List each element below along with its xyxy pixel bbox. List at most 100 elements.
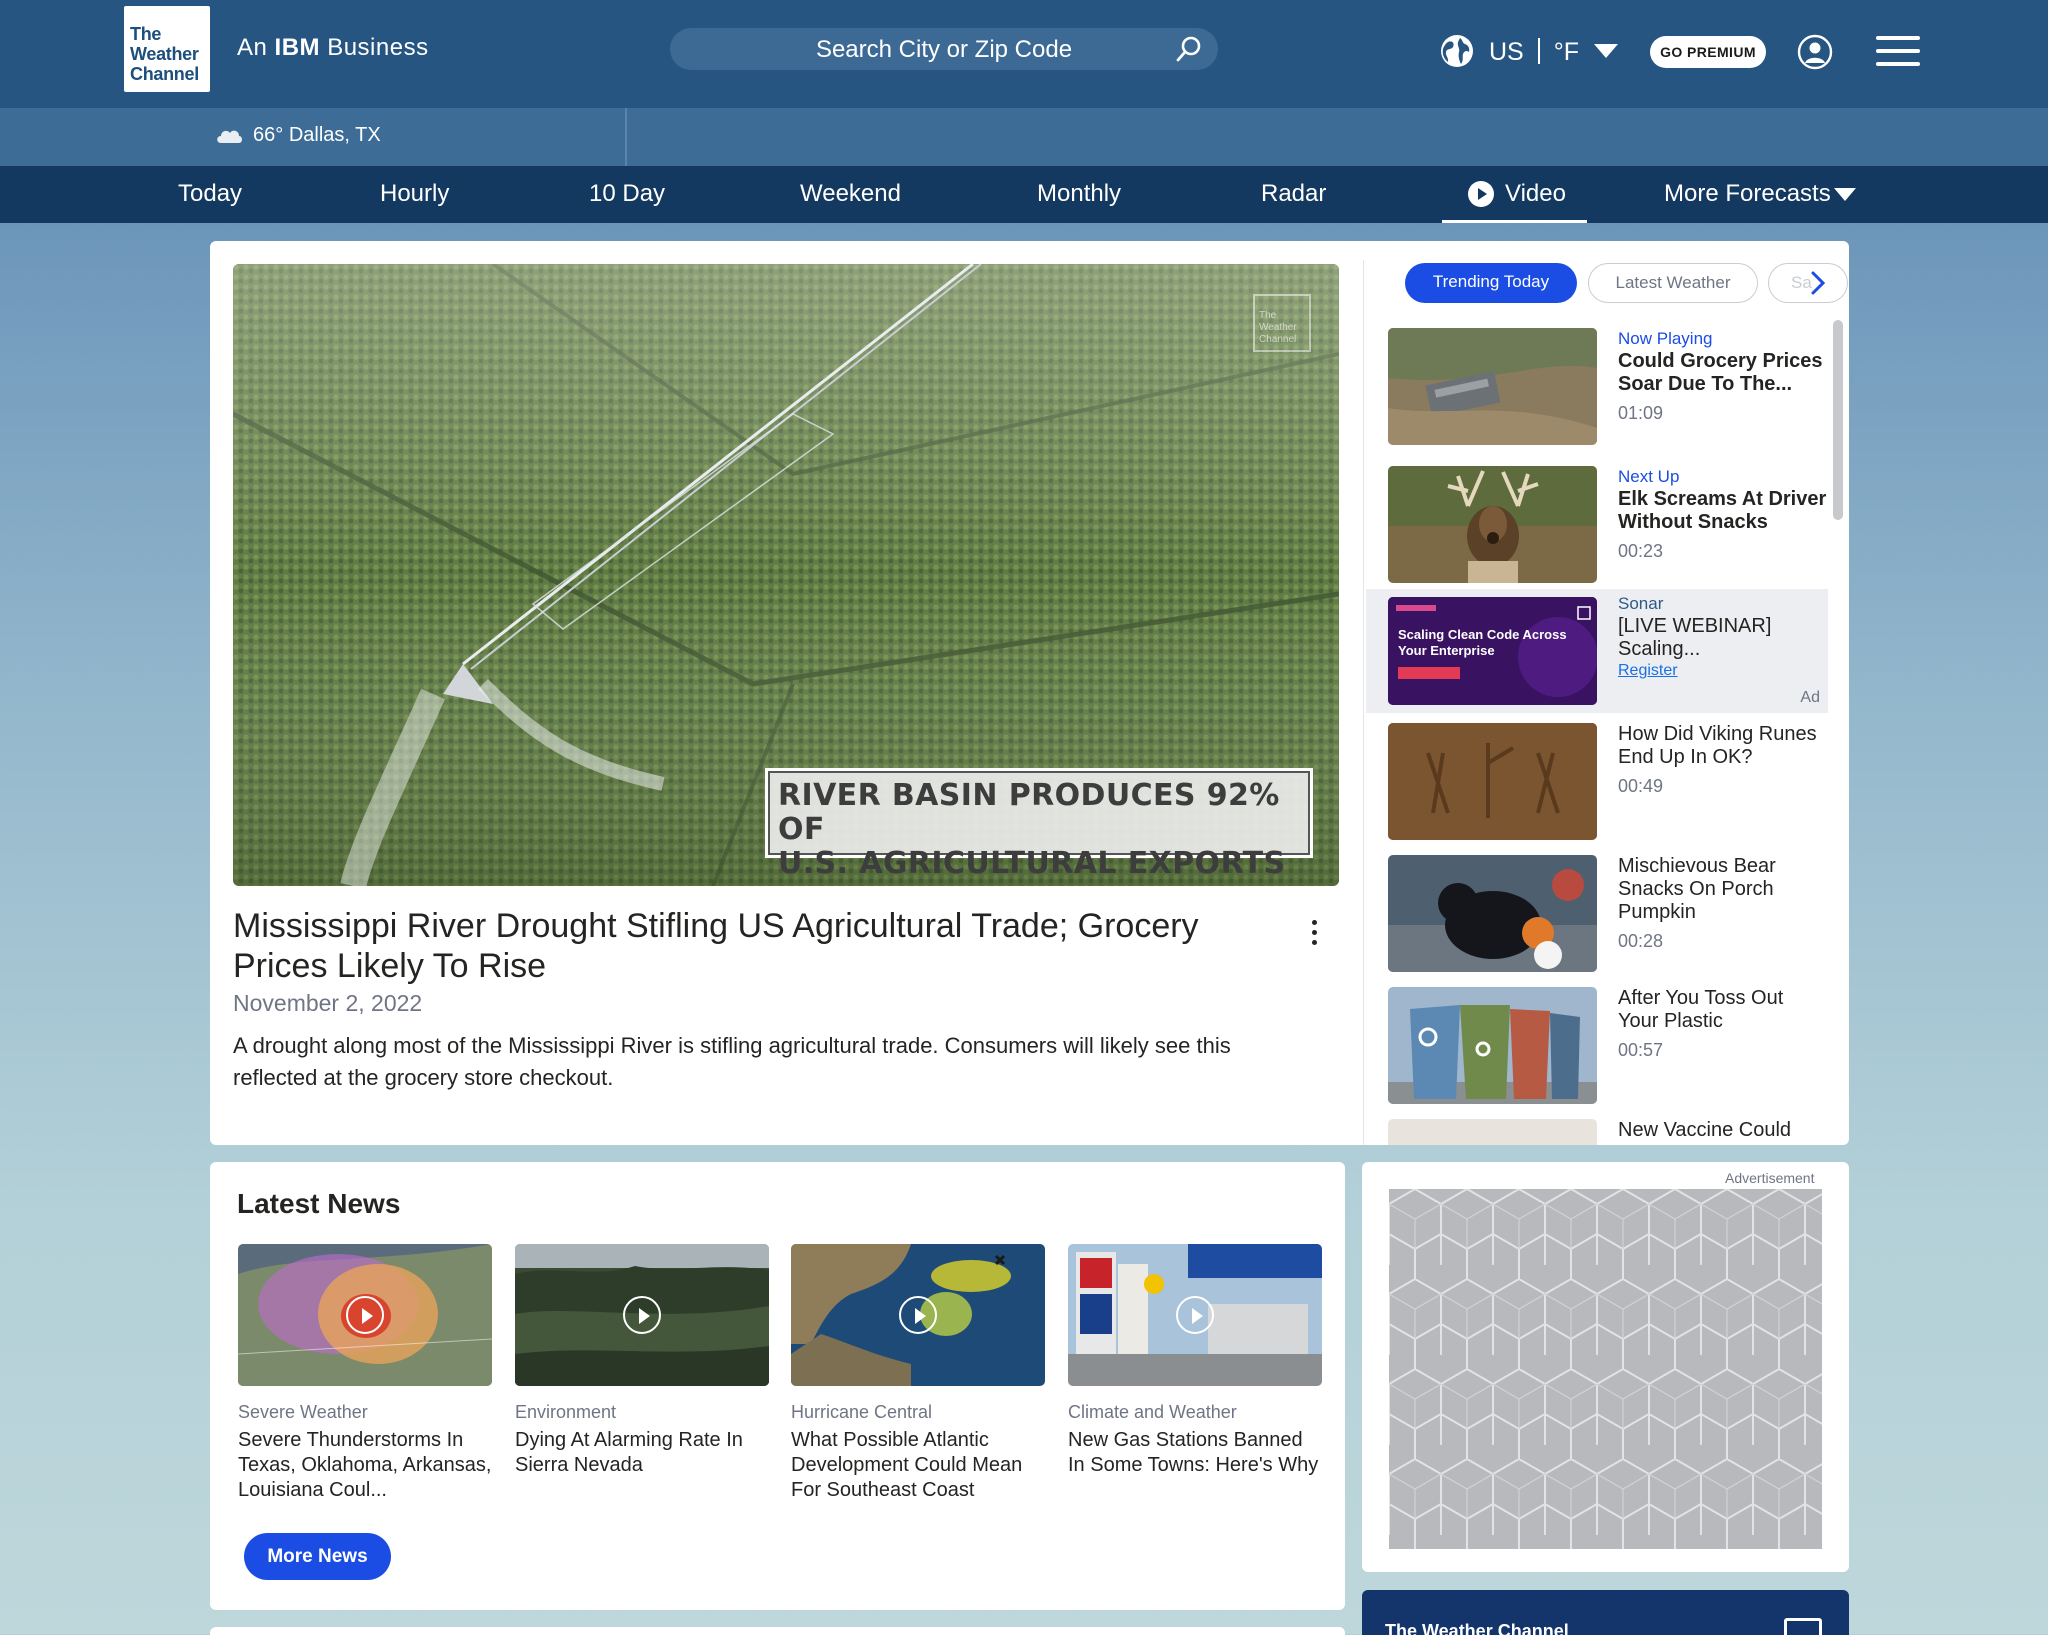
nav-today[interactable]: Today bbox=[178, 180, 242, 208]
tab-latest-weather[interactable]: Latest Weather bbox=[1588, 263, 1758, 303]
playlist-item-duration: 00:28 bbox=[1618, 931, 1664, 951]
playlist-item-title: Mischievous Bear Snacks On Porch Pumpkin bbox=[1618, 855, 1776, 923]
ad-badge: Ad bbox=[1800, 689, 1820, 706]
nav-monthly[interactable]: Monthly bbox=[1037, 180, 1121, 208]
play-circle-icon bbox=[1468, 181, 1494, 207]
current-location[interactable]: 66° Dallas, TX bbox=[253, 124, 381, 147]
search-bar[interactable]: Search City or Zip Code bbox=[670, 28, 1218, 70]
location-divider bbox=[625, 108, 627, 166]
playlist-item-duration: 00:49 bbox=[1618, 776, 1664, 796]
ad-thumbnail: Scaling Clean Code Across Your Enterpris… bbox=[1388, 597, 1597, 705]
video-description: A drought along most of the Mississippi … bbox=[233, 1033, 1231, 1090]
news-thumbnail bbox=[515, 1244, 769, 1386]
playlist-item-title: Could Grocery Prices Soar Due To The... bbox=[1618, 350, 1823, 395]
ad-thumbnail-headline: Scaling Clean Code Across Your Enterpris… bbox=[1398, 627, 1567, 658]
playlist-item-text: After You Toss Out Your Plastic 00:57 bbox=[1618, 987, 1828, 1063]
current-city: Dallas, TX bbox=[288, 124, 381, 146]
news-item[interactable]: Environment Dying At Alarming Rate In Si… bbox=[515, 1244, 769, 1478]
playlist-divider bbox=[1363, 260, 1364, 1145]
video-title: Mississippi River Drought Stifling US Ag… bbox=[233, 907, 1199, 985]
playlist-item-sponsored[interactable]: Scaling Clean Code Across Your Enterpris… bbox=[1366, 589, 1828, 713]
nav-weekend[interactable]: Weekend bbox=[800, 180, 901, 208]
search-icon[interactable] bbox=[1174, 34, 1204, 64]
video-thumbnail bbox=[1388, 1119, 1597, 1145]
video-lower-third: RIVER BASIN PRODUCES 92% OF U.S. AGRICUL… bbox=[765, 768, 1313, 881]
latest-news-heading: Latest News bbox=[237, 1188, 401, 1219]
video-date: November 2, 2022 bbox=[233, 990, 423, 1016]
playlist-item-text: Now Playing Could Grocery Prices Soar Du… bbox=[1618, 328, 1828, 426]
playlist-item-text: Next Up Elk Screams At Driver Without Sn… bbox=[1618, 466, 1828, 564]
news-title: What Possible Atlantic Development Could… bbox=[791, 1429, 1023, 1501]
temp-unit-label: °F bbox=[1553, 38, 1580, 66]
playlist-item-duration: 01:09 bbox=[1618, 403, 1664, 423]
tagline-suffix: Business bbox=[327, 34, 429, 61]
search-input[interactable]: Search City or Zip Code bbox=[670, 36, 1218, 64]
playlist-item-duration: 00:23 bbox=[1618, 541, 1664, 561]
nav-10-day[interactable]: 10 Day bbox=[589, 180, 665, 208]
lower-third-line-2: U.S. AGRICULTURAL EXPORTS bbox=[778, 846, 1286, 881]
news-title: New Gas Stations Banned In Some Towns: H… bbox=[1068, 1429, 1319, 1476]
cloudy-icon bbox=[217, 130, 242, 143]
news-item[interactable]: Severe Weather Severe Thunderstorms In T… bbox=[238, 1244, 492, 1503]
video-thumbnail bbox=[1388, 855, 1597, 972]
chevron-down-icon[interactable] bbox=[1594, 44, 1618, 58]
play-icon[interactable] bbox=[1176, 1296, 1214, 1334]
playlist-item-text: Sonar [LIVE WEBINAR] Scaling... Register bbox=[1618, 593, 1828, 681]
nav-radar[interactable]: Radar bbox=[1261, 180, 1326, 208]
play-icon[interactable] bbox=[346, 1296, 384, 1334]
playlist-item-title: How Did Viking Runes End Up In OK? bbox=[1618, 723, 1817, 768]
news-thumbnail bbox=[238, 1244, 492, 1386]
news-item[interactable]: Climate and Weather New Gas Stations Ban… bbox=[1068, 1244, 1322, 1478]
ibm-tagline: An IBM Business bbox=[237, 34, 429, 62]
playlist-item-now-playing[interactable]: Now Playing Could Grocery Prices Soar Du… bbox=[1388, 328, 1828, 448]
playlist-scrollbar[interactable] bbox=[1833, 320, 1843, 520]
play-icon[interactable] bbox=[899, 1296, 937, 1334]
playlist-item-duration: 00:57 bbox=[1618, 1040, 1664, 1060]
playlist-item[interactable]: Mischievous Bear Snacks On Porch Pumpkin… bbox=[1388, 855, 1828, 975]
next-up-label: Next Up bbox=[1618, 467, 1680, 486]
go-premium-button[interactable]: GO PREMIUM bbox=[1650, 36, 1766, 68]
news-category: Climate and Weather bbox=[1068, 1402, 1237, 1422]
more-options-icon[interactable] bbox=[1310, 920, 1318, 948]
user-account-icon[interactable] bbox=[1797, 34, 1833, 70]
tagline-prefix: An bbox=[237, 34, 268, 61]
playlist-item-next-up[interactable]: Next Up Elk Screams At Driver Without Sn… bbox=[1388, 466, 1828, 586]
more-news-button[interactable]: More News bbox=[244, 1533, 391, 1580]
chevron-right-icon[interactable] bbox=[1808, 270, 1828, 296]
nav-more-forecasts[interactable]: More Forecasts bbox=[1664, 180, 1831, 208]
tab-trending-today[interactable]: Trending Today bbox=[1405, 263, 1577, 303]
register-link[interactable]: Register bbox=[1618, 661, 1828, 681]
twc-logo[interactable]: The Weather Channel bbox=[124, 6, 210, 92]
current-temp: 66° bbox=[253, 124, 284, 146]
nav-hourly[interactable]: Hourly bbox=[380, 180, 449, 208]
nav-video[interactable]: Video bbox=[1505, 180, 1566, 208]
unit-selector[interactable]: US °F bbox=[1489, 38, 1579, 67]
hamburger-menu-icon[interactable] bbox=[1876, 36, 1920, 66]
playlist-item[interactable]: New Vaccine Could Prevent bbox=[1388, 1119, 1828, 1145]
playlist-item-text: Mischievous Bear Snacks On Porch Pumpkin… bbox=[1618, 855, 1828, 954]
playlist-item[interactable]: After You Toss Out Your Plastic 00:57 bbox=[1388, 987, 1828, 1107]
news-thumbnail bbox=[791, 1244, 1045, 1386]
globe-icon[interactable] bbox=[1440, 34, 1474, 68]
news-title: Severe Thunderstorms In Texas, Oklahoma,… bbox=[238, 1429, 492, 1501]
play-icon[interactable] bbox=[623, 1296, 661, 1334]
news-thumbnail bbox=[1068, 1244, 1322, 1386]
tagline-brand: IBM bbox=[274, 34, 321, 61]
video-thumbnail bbox=[1388, 987, 1597, 1104]
ad-placeholder[interactable] bbox=[1389, 1189, 1822, 1549]
playlist-item-title: [LIVE WEBINAR] Scaling... bbox=[1618, 615, 1772, 660]
logo-line-2: Weather bbox=[130, 44, 199, 64]
now-playing-label: Now Playing bbox=[1618, 329, 1713, 348]
news-title: Dying At Alarming Rate In Sierra Nevada bbox=[515, 1429, 743, 1476]
news-category: Severe Weather bbox=[238, 1402, 368, 1422]
playlist-item-title: Elk Screams At Driver Without Snacks bbox=[1618, 488, 1827, 533]
playlist-item[interactable]: How Did Viking Runes End Up In OK? 00:49 bbox=[1388, 723, 1828, 843]
logo-line-1: The bbox=[130, 24, 162, 44]
tv-icon bbox=[1784, 1618, 1822, 1635]
advertisement-label: Advertisement bbox=[1725, 1170, 1815, 1186]
video-player[interactable]: The Weather Channel RIVER BASIN PRODUCES… bbox=[233, 264, 1339, 886]
chevron-down-icon[interactable] bbox=[1834, 188, 1856, 201]
news-item[interactable]: Hurricane Central What Possible Atlantic… bbox=[791, 1244, 1045, 1503]
logo-line-3: Channel bbox=[130, 64, 199, 84]
playlist-item-title: New Vaccine Could Prevent bbox=[1618, 1119, 1792, 1145]
